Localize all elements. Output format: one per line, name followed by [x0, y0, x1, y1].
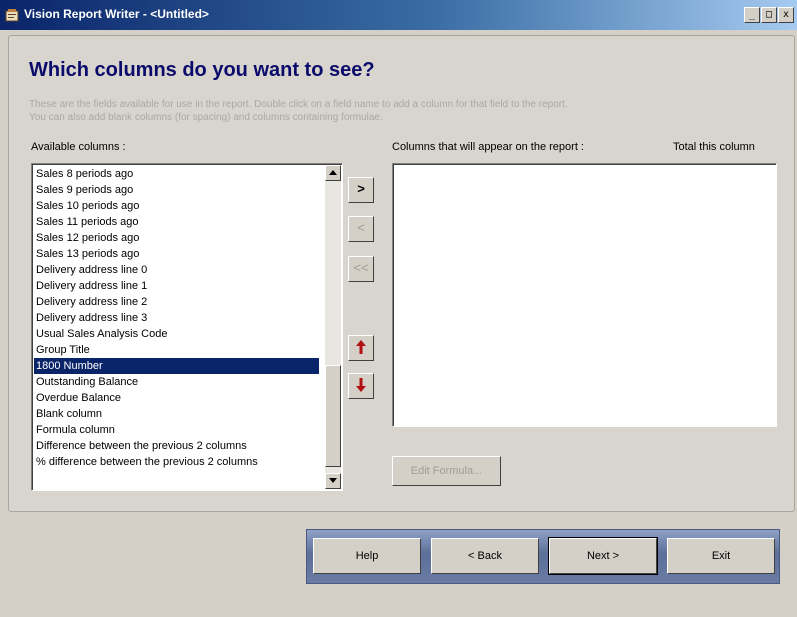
available-columns-label: Available columns : — [31, 141, 126, 153]
red-up-arrow-icon — [356, 340, 366, 354]
list-item[interactable]: Sales 10 periods ago — [34, 198, 319, 214]
back-button[interactable]: < Back — [431, 538, 539, 574]
list-item[interactable]: Sales 8 periods ago — [34, 166, 319, 182]
list-item[interactable]: Sales 11 periods ago — [34, 214, 319, 230]
list-item[interactable]: Formula column — [34, 422, 319, 438]
close-button[interactable]: x — [778, 7, 794, 23]
app-icon — [5, 9, 19, 22]
scroll-down-icon — [329, 478, 337, 483]
list-item[interactable]: Delivery address line 2 — [34, 294, 319, 310]
remove-all-columns-button[interactable]: << — [348, 256, 374, 282]
page-description: These are the fields available for use i… — [29, 99, 568, 123]
scroll-down-button[interactable] — [325, 473, 341, 489]
move-up-button[interactable] — [348, 335, 374, 361]
list-item[interactable]: Group Title — [34, 342, 319, 358]
list-item[interactable]: Overdue Balance — [34, 390, 319, 406]
remove-column-button[interactable]: < — [348, 216, 374, 242]
available-columns-items: Sales 8 periods ago Sales 9 periods ago Sa… — [34, 166, 319, 470]
list-item[interactable]: Blank column — [34, 406, 319, 422]
move-down-button[interactable] — [348, 373, 374, 399]
red-down-arrow-icon — [356, 378, 366, 392]
wizard-panel: Which columns do you want to see? These … — [8, 35, 795, 512]
total-column-label: Total this column — [673, 141, 755, 153]
list-item[interactable]: Usual Sales Analysis Code — [34, 326, 319, 342]
list-item[interactable]: Outstanding Balance — [34, 374, 319, 390]
list-item[interactable]: Sales 12 periods ago — [34, 230, 319, 246]
list-item[interactable]: Sales 9 periods ago — [34, 182, 319, 198]
list-item[interactable]: Sales 13 periods ago — [34, 246, 319, 262]
minimize-button[interactable]: _ — [744, 7, 760, 23]
edit-formula-button[interactable]: Edit Formula... — [392, 456, 501, 486]
report-columns-label: Columns that will appear on the report : — [392, 141, 584, 153]
report-columns-list[interactable] — [392, 163, 777, 427]
list-item[interactable]: % difference between the previous 2 colu… — [34, 454, 319, 470]
list-item[interactable]: Difference between the previous 2 column… — [34, 438, 319, 454]
available-columns-list[interactable]: Sales 8 periods ago Sales 9 periods ago Sa… — [31, 163, 343, 491]
list-item[interactable]: Delivery address line 0 — [34, 262, 319, 278]
list-scrollbar[interactable] — [325, 165, 341, 489]
next-button[interactable]: Next > — [548, 537, 658, 575]
exit-button[interactable]: Exit — [667, 538, 775, 574]
list-item[interactable]: Delivery address line 3 — [34, 310, 319, 326]
scroll-up-icon — [329, 170, 337, 175]
maximize-button[interactable]: □ — [761, 7, 777, 23]
window-title: Vision Report Writer - <Untitled> — [24, 7, 209, 21]
title-bar: Vision Report Writer - <Untitled> _ □ x — [0, 0, 797, 30]
list-item[interactable]: 1800 Number — [34, 358, 319, 374]
scroll-thumb[interactable] — [325, 365, 341, 467]
scroll-up-button[interactable] — [325, 165, 341, 181]
help-button[interactable]: Help — [313, 538, 421, 574]
add-column-button[interactable]: > — [348, 177, 374, 203]
navigation-button-bar: Help < Back Next > Exit — [306, 529, 780, 584]
page-title: Which columns do you want to see? — [29, 59, 375, 81]
list-item[interactable]: Delivery address line 1 — [34, 278, 319, 294]
